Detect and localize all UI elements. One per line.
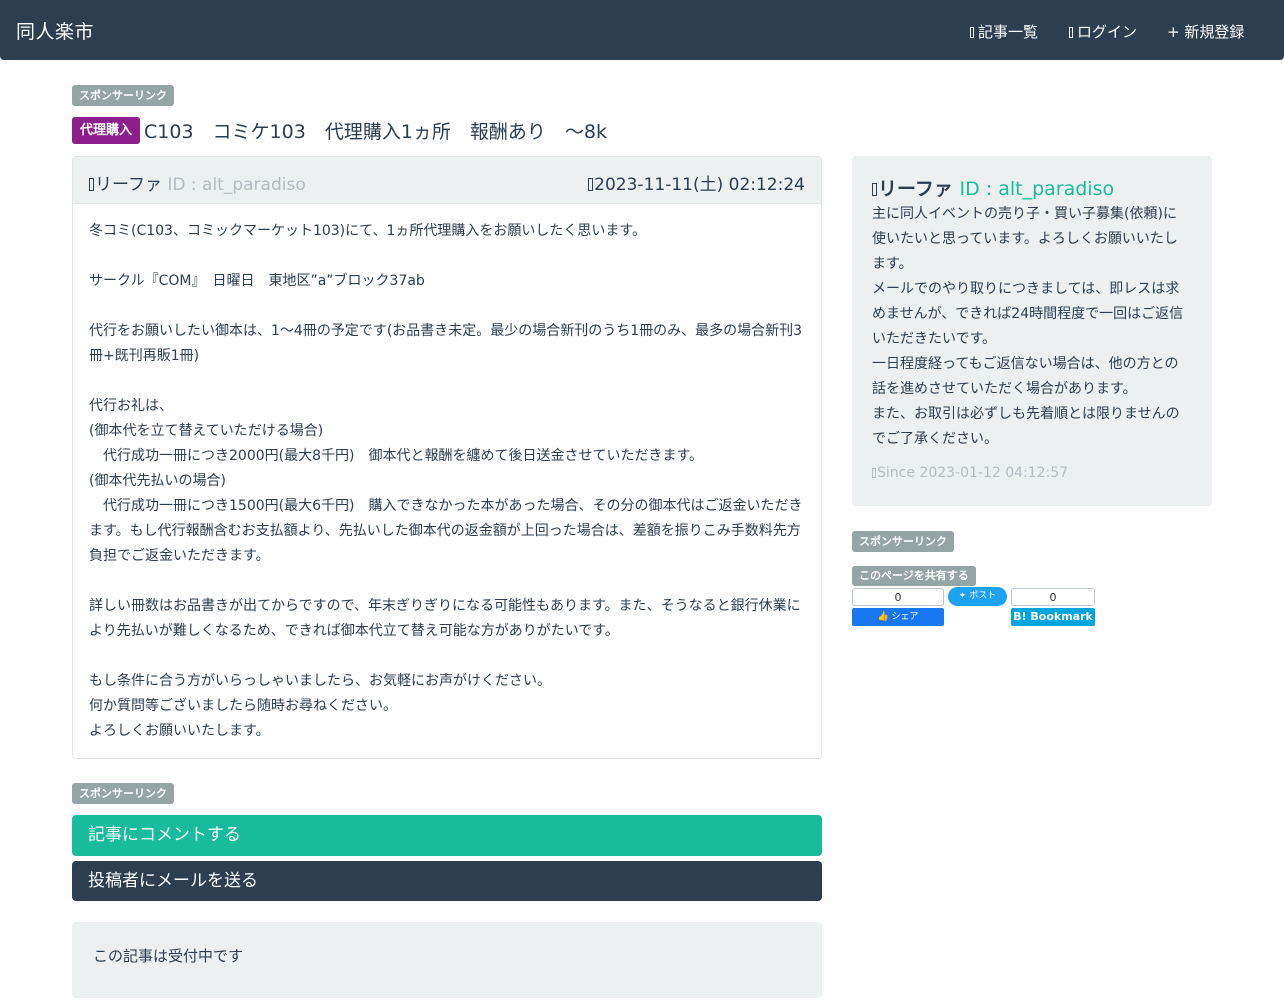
post-line: よろしくお願いいたします。 — [89, 723, 270, 739]
post-line: 冬コミ(C103、コミックマーケット103)にて、1ヵ所代理購入をお願いしたく思… — [89, 223, 646, 239]
top-navbar: 同人楽市 記事一覧 ログイン + 新規登録 — [0, 0, 1284, 60]
post-author[interactable]: リーファ ID : alt_paradiso — [89, 170, 306, 195]
post-header: リーファ ID : alt_paradiso 2023-11-11(土) 02:… — [73, 157, 821, 204]
post-date-text: 2023-11-11(土) 02:12:24 — [594, 175, 805, 195]
share-label: このページを共有する — [852, 566, 976, 586]
post-line: ​ — [89, 569, 811, 594]
site-brand[interactable]: 同人楽市 — [16, 17, 94, 44]
profile-since: Since 2023-01-12 04:12:57 — [872, 465, 1068, 481]
post-line: (御本代を立て替えていただける場合) — [89, 423, 324, 439]
post-line: 代行成功一冊につき1500円(最大6千円) 購入できなかった本があった場合、その… — [89, 498, 803, 564]
nav-login-label: ログイン — [1077, 23, 1138, 41]
nav-login[interactable]: ログイン — [1069, 21, 1137, 42]
twitter-share-label: ポスト — [969, 591, 997, 601]
twitter-share-button[interactable]: ✦ ポスト — [948, 587, 1007, 606]
sponsor-label-top: スポンサーリンク — [72, 85, 174, 106]
document-icon — [970, 27, 974, 38]
page-title: C103 コミケ103 代理購入1ヵ所 報酬あり ～8k — [144, 121, 607, 143]
nav-article-list-label: 記事一覧 — [978, 23, 1039, 41]
post-card: リーファ ID : alt_paradiso 2023-11-11(土) 02:… — [72, 156, 822, 759]
profile-id: ID : alt_paradiso — [959, 178, 1115, 200]
post-title-row: 代理購入 C103 コミケ103 代理購入1ヵ所 報酬あり ～8k — [72, 117, 607, 144]
post-line: (御本代先払いの場合) — [89, 473, 226, 489]
profile-since-text: Since 2023-01-12 04:12:57 — [877, 465, 1069, 481]
user-icon — [872, 183, 877, 196]
post-body: 冬コミ(C103、コミックマーケット103)にて、1ヵ所代理購入をお願いしたく思… — [89, 219, 811, 744]
post-line: もし条件に合う方がいらっしゃいましたら、お気軽にお声がけください。 — [89, 673, 551, 689]
author-name: リーファ — [95, 175, 162, 195]
post-line: ​ — [89, 244, 811, 269]
hatena-bookmark-button[interactable]: B! Bookmark — [1011, 608, 1095, 626]
facebook-share-count: 0 — [852, 588, 944, 606]
clock-icon — [872, 468, 876, 478]
comment-button[interactable]: 記事にコメントする — [72, 815, 822, 856]
status-text: この記事は受付中です — [93, 947, 244, 965]
facebook-share-label: シェア — [891, 612, 919, 622]
sponsor-label-bottom: スポンサーリンク — [72, 783, 174, 804]
status-panel: この記事は受付中です — [72, 922, 822, 998]
post-line: ​ — [89, 644, 811, 669]
sponsor-label-sidebar: スポンサーリンク — [852, 531, 954, 552]
facebook-share[interactable]: 0 👍 シェア — [852, 588, 944, 627]
nav-register-label: + 新規登録 — [1167, 23, 1245, 41]
author-profile-panel: リーファ ID : alt_paradiso 主に同人イベントの売り子・買い子募… — [852, 156, 1212, 506]
profile-description: 主に同人イベントの売り子・買い子募集(依頼)に使いたいと思っています。よろしくお… — [872, 206, 1184, 447]
post-line: 代行をお願いしたい御本は、1～4冊の予定です(お品書き未定。最少の場合新刊のうち… — [89, 323, 803, 364]
clock-icon — [588, 178, 594, 191]
author-id: ID : alt_paradiso — [167, 175, 306, 195]
post-line: 何か質問等ございましたら随時お尋ねください。 — [89, 698, 397, 714]
nav-register[interactable]: + 新規登録 — [1167, 21, 1244, 42]
post-line: ​ — [89, 369, 811, 394]
login-icon — [1069, 27, 1073, 38]
post-date: 2023-11-11(土) 02:12:24 — [588, 170, 805, 195]
facebook-share-button[interactable]: 👍 シェア — [852, 608, 944, 626]
category-badge[interactable]: 代理購入 — [72, 117, 141, 144]
thumbs-up-icon: 👍 — [877, 612, 889, 622]
hatena-bookmark-count: 0 — [1011, 588, 1095, 606]
bird-icon: ✦ — [958, 591, 967, 601]
post-line: 代行お礼は、 — [89, 398, 173, 414]
profile-name: リーファ — [878, 178, 953, 200]
post-line: サークル『COM』 日曜日 東地区”a”ブロック37ab — [89, 273, 425, 289]
user-icon — [89, 178, 94, 191]
send-mail-button[interactable]: 投稿者にメールを送る — [72, 861, 822, 901]
post-line: 代行成功一冊につき2000円(最大8千円) 御本代と報酬を纏めて後日送金させてい… — [89, 448, 704, 464]
profile-header[interactable]: リーファ ID : alt_paradiso — [872, 174, 1114, 201]
post-line: ​ — [89, 294, 811, 319]
post-line: 詳しい冊数はお品書きが出てからですので、年末ぎりぎりになる可能性もあります。また… — [89, 598, 801, 639]
nav-article-list[interactable]: 記事一覧 — [970, 21, 1038, 42]
hatena-bookmark[interactable]: 0 B! Bookmark — [1011, 588, 1095, 627]
